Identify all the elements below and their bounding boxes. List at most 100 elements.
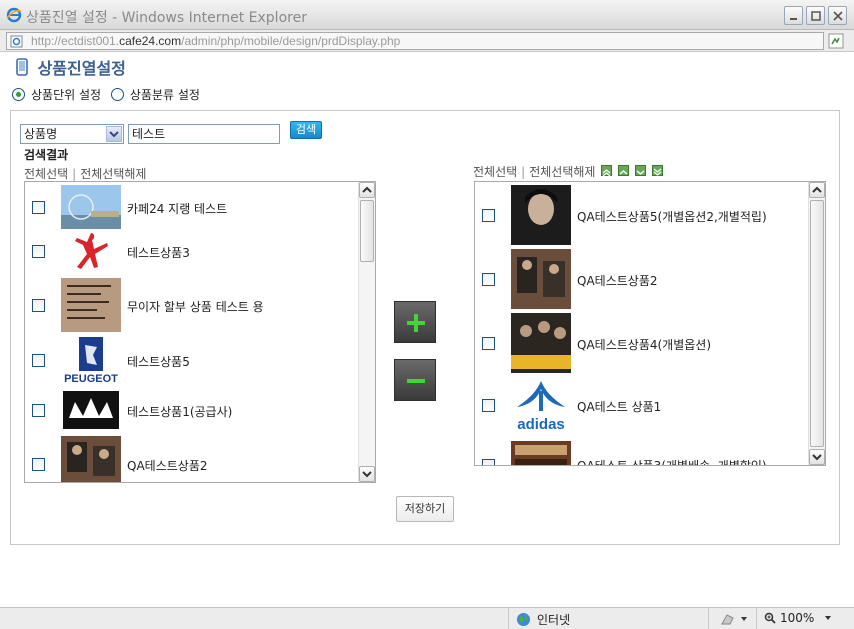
adidas-logo-thumbnail: adidas [511,377,571,433]
search-input[interactable]: 테스트 [128,124,280,144]
minimize-button[interactable] [784,6,803,25]
fox-logo-thumbnail [61,388,121,432]
item-label: 카페24 지랭 테스트 [127,201,228,216]
protected-mode-button[interactable] [720,612,748,626]
url-field[interactable]: http://ectdist001.cafe24.com/admin/php/m… [6,32,824,50]
item-checkbox[interactable] [482,398,495,412]
save-button[interactable]: 저장하기 [396,496,454,522]
item-label: QA테스트상품2 [577,273,658,288]
item-checkbox[interactable] [482,208,495,222]
item-checkbox[interactable] [482,336,495,350]
list-item[interactable]: PEUGEOT 테스트상품5 [25,335,345,385]
radio-button-checked[interactable] [12,88,25,101]
radio-button[interactable] [110,88,124,101]
display-product-list: QA테스트상품5(개별옵션2,개별적립) QA테스트상품2 QA테스트상품4(개… [474,181,826,466]
zoom-icon [764,612,776,624]
band-photo-thumbnail [511,249,571,309]
security-zone[interactable]: 인터넷 [516,611,570,628]
item-label: 테스트상품3 [127,245,190,260]
window-title: 상품진열 설정 - Windows Internet Explorer [26,10,307,26]
item-label: QA테스트 상품3(개별배송, 개별할인) [577,459,767,466]
list-item[interactable]: 테스트상품3 [25,226,345,276]
close-button[interactable] [828,6,847,25]
chevron-down-icon [812,454,822,461]
item-label: 테스트상품1(공급사) [127,404,233,419]
jumpman-logo-thumbnail [61,229,121,273]
peugeot-logo-thumbnail: PEUGEOT [61,335,121,385]
scroll-up-button[interactable] [359,182,375,198]
internet-explorer-icon [6,7,22,23]
left-list-scrollbar[interactable] [358,182,375,482]
page-status-icon[interactable] [828,33,844,49]
handwritten-note-thumbnail [61,278,121,332]
search-field-select[interactable]: 상품명 [20,124,124,144]
right-list-scrollbar[interactable] [808,182,825,465]
item-label: QA테스트상품4(개별옵션) [577,337,712,352]
mobile-phone-icon [16,58,28,76]
item-label: QA테스트상품2 [127,458,208,473]
item-checkbox[interactable] [482,459,495,465]
move-down-button[interactable] [634,165,646,176]
move-top-button[interactable] [601,165,613,177]
list-item[interactable]: QA테스트상품4(개별옵션) [475,313,795,373]
status-divider [756,608,757,629]
zoom-level: 100% [780,611,815,625]
search-button[interactable]: 검색 [290,121,322,139]
select-value: 상품명 [24,127,58,141]
right-deselect-all-link[interactable]: 전체선택해제 [529,165,595,179]
scroll-up-button[interactable] [809,182,825,198]
zoom-control[interactable]: 100% [764,611,832,625]
item-label: QA테스트상품5(개별옵션2,개별적립) [577,209,767,224]
item-checkbox[interactable] [32,298,45,312]
scroll-down-button[interactable] [809,449,825,465]
left-select-all-link[interactable]: 전체선택 [24,167,68,181]
status-bar: 인터넷 100% [0,607,854,629]
chevron-down-icon [825,616,832,620]
item-label: QA테스트 상품1 [577,399,662,414]
double-down-arrow-icon [653,168,662,176]
item-checkbox[interactable] [32,353,45,367]
chevron-down-icon[interactable] [106,126,122,142]
maximize-button[interactable] [806,6,825,25]
globe-icon [517,613,530,626]
zone-label: 인터넷 [537,613,571,627]
item-checkbox[interactable] [32,200,45,214]
list-item[interactable]: QA테스트상품2 [475,249,795,309]
radio-category-setting[interactable]: 상품분류 설정 [110,86,200,103]
scroll-thumb[interactable] [360,200,374,262]
list-item[interactable]: adidas QA테스트 상품1 [475,377,795,433]
up-arrow-icon [619,170,628,175]
minus-icon [407,379,425,383]
list-item[interactable]: QA테스트 상품3(개별배송, 개별할인) [475,439,795,466]
radio-unit-setting[interactable]: 상품단위 설정 [12,86,101,103]
search-result-label: 검색결과 [24,148,69,162]
remove-from-display-button[interactable] [394,359,436,401]
item-checkbox[interactable] [482,272,495,286]
scroll-down-button[interactable] [359,466,375,482]
list-item[interactable]: QA테스트상품5(개별옵션2,개별적립) [475,185,795,245]
radio-unit-label: 상품단위 설정 [31,88,102,102]
list-item[interactable]: QA테스트상품2 [25,436,345,482]
item-checkbox[interactable] [32,403,45,417]
adidas-text: adidas [517,416,565,433]
chevron-down-icon [362,471,372,478]
right-select-all-link[interactable]: 전체선택 [473,165,517,179]
scroll-thumb[interactable] [810,200,824,447]
list-item[interactable]: 카페24 지랭 테스트 [25,182,345,232]
list-item[interactable]: 무이자 할부 상품 테스트 용 [25,278,345,332]
poster-photo-thumbnail [511,441,571,465]
maximize-icon [811,11,821,21]
list-item[interactable]: 테스트상품1(공급사) [25,385,345,435]
display-mode-radios: 상품단위 설정 상품분류 설정 [12,86,206,104]
move-bottom-button[interactable] [651,165,663,176]
add-to-display-button[interactable] [394,301,436,343]
item-checkbox[interactable] [32,244,45,258]
item-checkbox[interactable] [32,457,45,471]
chevron-down-icon [741,617,747,621]
move-up-button[interactable] [618,165,630,176]
down-arrow-icon [636,170,645,175]
page-icon [10,35,23,48]
left-deselect-all-link[interactable]: 전체선택해제 [80,167,146,181]
url-text: http://ectdist001.cafe24.com/admin/php/m… [31,34,401,48]
chevron-up-icon [812,186,822,193]
